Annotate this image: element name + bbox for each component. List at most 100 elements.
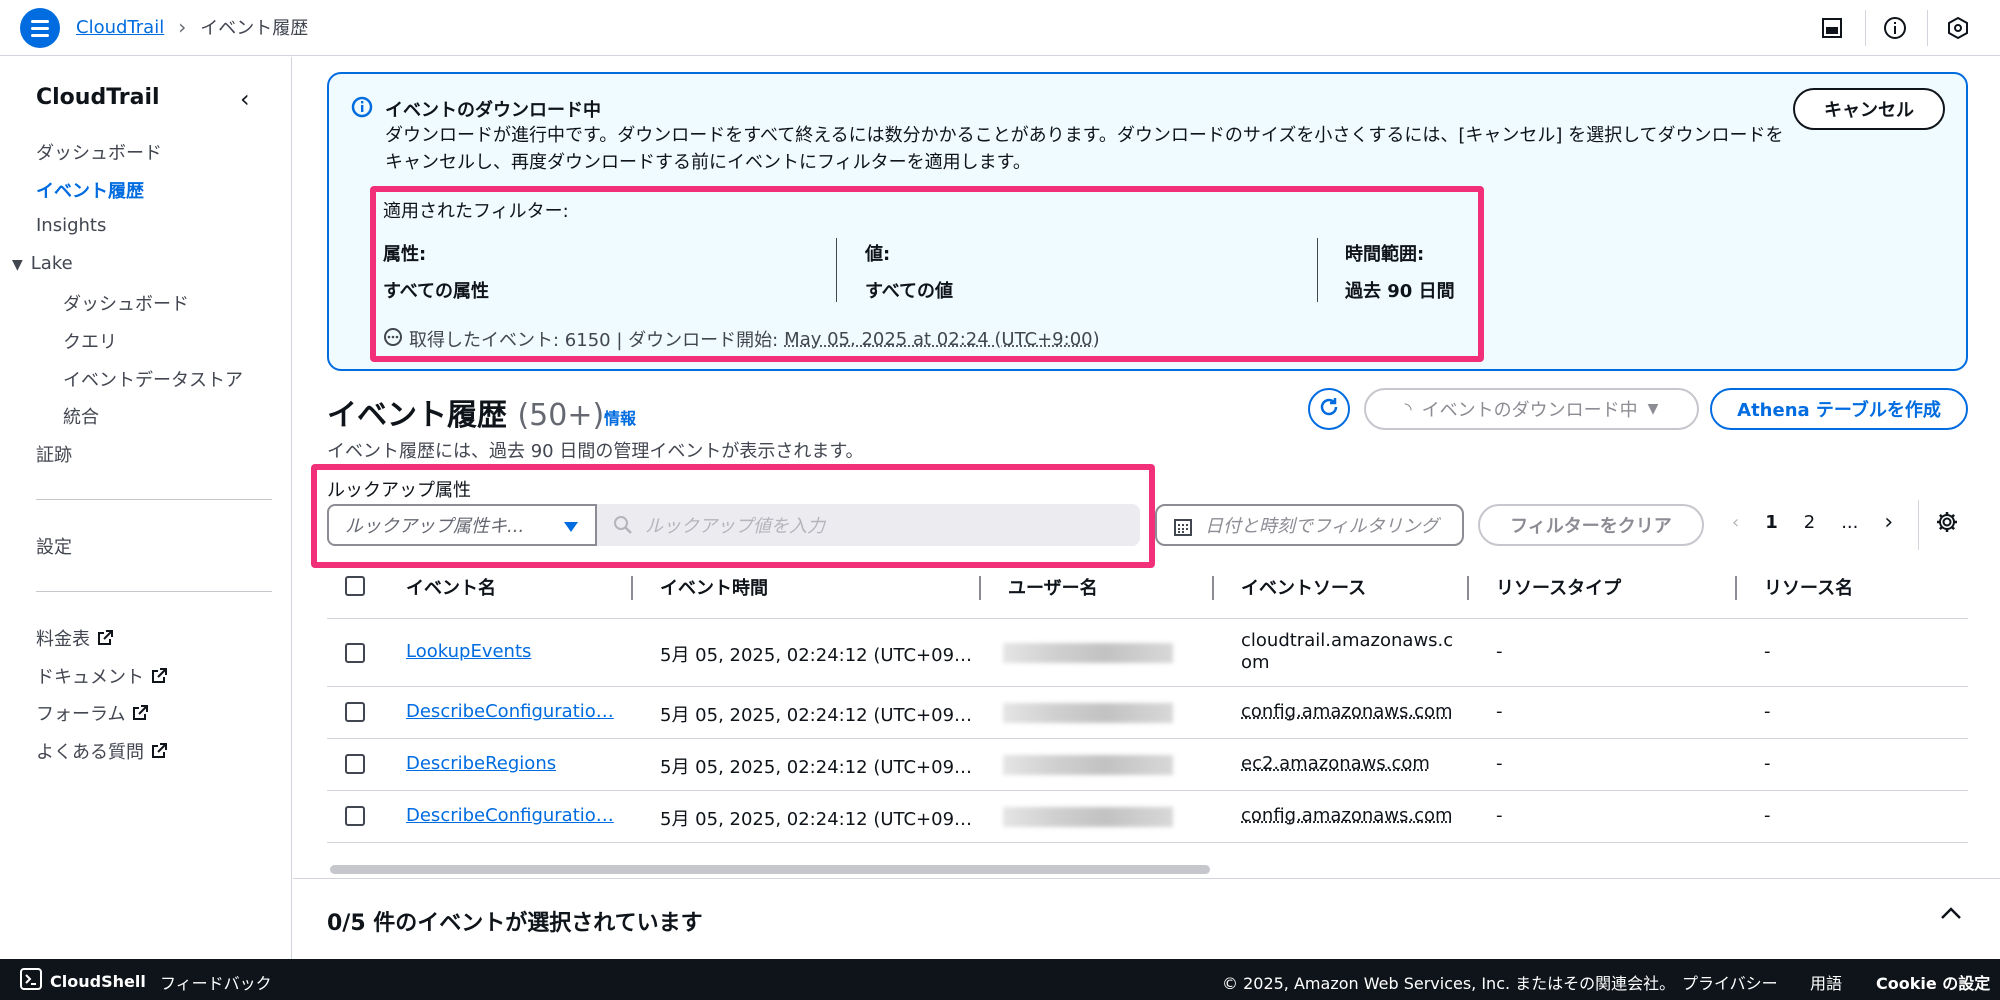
sidebar-item-label: Lake xyxy=(30,253,73,274)
chevron-right-icon[interactable]: › xyxy=(1884,510,1893,535)
horizontal-scrollbar[interactable] xyxy=(330,865,1210,874)
sidebar-item-faq[interactable]: よくある質問 xyxy=(36,738,168,765)
download-events-button[interactable]: ◝ イベントのダウンロード中 ▼ xyxy=(1364,388,1699,430)
settings-hex-icon[interactable] xyxy=(1944,14,1972,42)
cookie-settings-link[interactable]: Cookie の設定 xyxy=(1876,970,1990,994)
event-name-link[interactable]: DescribeConfiguratio… xyxy=(406,805,614,826)
column-header-user-name[interactable]: ユーザー名 xyxy=(1008,568,1098,606)
top-navigation-bar: CloudTrail › イベント履歴 xyxy=(0,0,2000,56)
table-row[interactable]: DescribeRegions 5月 05, 2025, 02:24:12 (U… xyxy=(327,738,1968,790)
create-athena-table-button[interactable]: Athena テーブルを作成 xyxy=(1710,388,1968,430)
column-resizer[interactable] xyxy=(979,576,981,600)
applied-filters-label: 適用されたフィルター: xyxy=(383,201,569,222)
column-resizer[interactable] xyxy=(1212,576,1214,600)
event-name-link[interactable]: LookupEvents xyxy=(406,641,531,662)
sidebar-item-label: よくある質問 xyxy=(36,742,144,763)
feedback-link[interactable]: フィードバック xyxy=(160,970,272,994)
banner-title: イベントのダウンロード中 xyxy=(385,100,601,121)
column-resizer[interactable] xyxy=(1735,576,1737,600)
menu-icon[interactable] xyxy=(20,8,60,48)
sidebar-item-trails[interactable]: 証跡 xyxy=(36,441,72,467)
table-row[interactable]: DescribeConfiguratio… 5月 05, 2025, 02:24… xyxy=(327,686,1968,738)
sidebar-item-event-data-store[interactable]: イベントデータストア xyxy=(63,366,243,392)
sidebar-item-lake[interactable]: ▼ Lake xyxy=(12,253,73,274)
sidebar-item-documentation[interactable]: ドキュメント xyxy=(36,663,168,690)
event-source: cloudtrail.amazonaws.c om xyxy=(1241,630,1453,674)
page-2-button[interactable]: 2 xyxy=(1804,512,1815,533)
sidebar-item-integrations[interactable]: 統合 xyxy=(63,403,99,429)
sidebar-item-query[interactable]: クエリ xyxy=(63,328,117,354)
page-1-button[interactable]: 1 xyxy=(1765,512,1778,533)
column-header-event-name[interactable]: イベント名 xyxy=(406,568,496,606)
selection-panel: 0/5 件のイベントが選択されています xyxy=(293,878,2000,959)
notifications-panel-icon[interactable] xyxy=(1818,14,1846,42)
table-row xyxy=(327,842,1968,858)
external-link-icon xyxy=(96,629,114,652)
gear-icon[interactable] xyxy=(1935,510,1959,538)
sidebar-title: CloudTrail xyxy=(36,85,160,110)
info-icon[interactable] xyxy=(1881,14,1909,42)
chevron-up-icon[interactable] xyxy=(1940,905,1962,924)
clear-filters-button[interactable]: フィルターをクリア xyxy=(1478,504,1704,546)
breadcrumb-cloudtrail-link[interactable]: CloudTrail xyxy=(76,17,164,38)
sidebar-item-pricing[interactable]: 料金表 xyxy=(36,625,114,652)
lookup-value-input[interactable]: ルックアップ値を入力 xyxy=(597,504,1140,546)
chevron-left-icon[interactable]: ‹ xyxy=(240,85,250,113)
lookup-attribute-select[interactable]: ルックアップ属性キ... xyxy=(327,504,597,546)
cloudshell-button[interactable]: CloudShell xyxy=(20,968,146,994)
event-source: ec2.amazonaws.com xyxy=(1241,753,1430,774)
select-all-checkbox[interactable] xyxy=(345,576,365,596)
spinner-icon: ◝ xyxy=(1404,398,1412,420)
filter-value-header: 値: xyxy=(865,244,891,265)
event-time: 5月 05, 2025, 02:24:12 (UTC+09… xyxy=(660,757,973,778)
column-resizer[interactable] xyxy=(1467,576,1469,600)
cancel-button[interactable]: キャンセル xyxy=(1793,88,1945,130)
event-source: config.amazonaws.com xyxy=(1241,701,1453,722)
event-name-link[interactable]: DescribeRegions xyxy=(406,753,556,774)
caret-down-icon: ▼ xyxy=(1647,401,1659,417)
pagination: ‹ 1 2 ... › xyxy=(1732,510,1893,535)
column-header-event-source[interactable]: イベントソース xyxy=(1241,568,1366,606)
resource-type: - xyxy=(1496,641,1503,662)
column-resizer[interactable] xyxy=(631,576,633,600)
column-header-resource-type[interactable]: リソースタイプ xyxy=(1496,568,1621,606)
sidebar-item-settings[interactable]: 設定 xyxy=(36,533,72,559)
redacted-user-name xyxy=(1003,755,1173,775)
page-description: イベント履歴には、過去 90 日間の管理イベントが表示されます。 xyxy=(327,441,864,462)
resource-type: - xyxy=(1496,753,1503,774)
row-checkbox[interactable] xyxy=(345,702,365,722)
external-link-icon xyxy=(150,742,168,765)
event-time: 5月 05, 2025, 02:24:12 (UTC+09… xyxy=(660,645,973,666)
resource-name: - xyxy=(1764,805,1771,826)
divider xyxy=(36,591,272,592)
date-time-filter-button[interactable]: 日付と時刻でフィルタリング xyxy=(1155,504,1464,546)
terms-link[interactable]: 用語 xyxy=(1810,970,1842,994)
caret-down-icon: ▼ xyxy=(12,257,23,273)
sidebar-item-insights[interactable]: Insights xyxy=(36,215,106,236)
sidebar-item-event-history[interactable]: イベント履歴 xyxy=(36,177,144,203)
event-source-line: cloudtrail.amazonaws.c xyxy=(1241,630,1454,651)
download-start-time: May 05, 2025 at 02:24 (UTC+9:00) xyxy=(784,328,1100,350)
event-time: 5月 05, 2025, 02:24:12 (UTC+09… xyxy=(660,809,973,830)
resource-name: - xyxy=(1764,701,1771,722)
sidebar-item-dashboard[interactable]: ダッシュボード xyxy=(36,139,162,165)
sidebar-item-forum[interactable]: フォーラム xyxy=(36,700,149,727)
refresh-button[interactable] xyxy=(1308,388,1350,430)
table-row[interactable]: DescribeConfiguratio… 5月 05, 2025, 02:24… xyxy=(327,790,1968,842)
privacy-link[interactable]: プライバシー xyxy=(1682,970,1778,994)
info-link[interactable]: 情報 xyxy=(604,405,636,429)
row-checkbox[interactable] xyxy=(345,806,365,826)
search-icon xyxy=(613,515,633,540)
column-header-event-time[interactable]: イベント時間 xyxy=(660,568,768,606)
redacted-user-name xyxy=(1003,703,1173,723)
sidebar-item-label: フォーラム xyxy=(36,704,126,725)
redacted-user-name xyxy=(1003,643,1173,663)
column-header-resource-name[interactable]: リソース名 xyxy=(1764,568,1853,606)
row-checkbox[interactable] xyxy=(345,754,365,774)
chevron-left-icon[interactable]: ‹ xyxy=(1732,512,1739,533)
sidebar-item-lake-dashboard[interactable]: ダッシュボード xyxy=(63,290,189,316)
event-name-link[interactable]: DescribeConfiguratio… xyxy=(406,701,614,722)
resource-type: - xyxy=(1496,805,1503,826)
table-row[interactable]: LookupEvents 5月 05, 2025, 02:24:12 (UTC+… xyxy=(327,618,1968,686)
row-checkbox[interactable] xyxy=(345,643,365,663)
